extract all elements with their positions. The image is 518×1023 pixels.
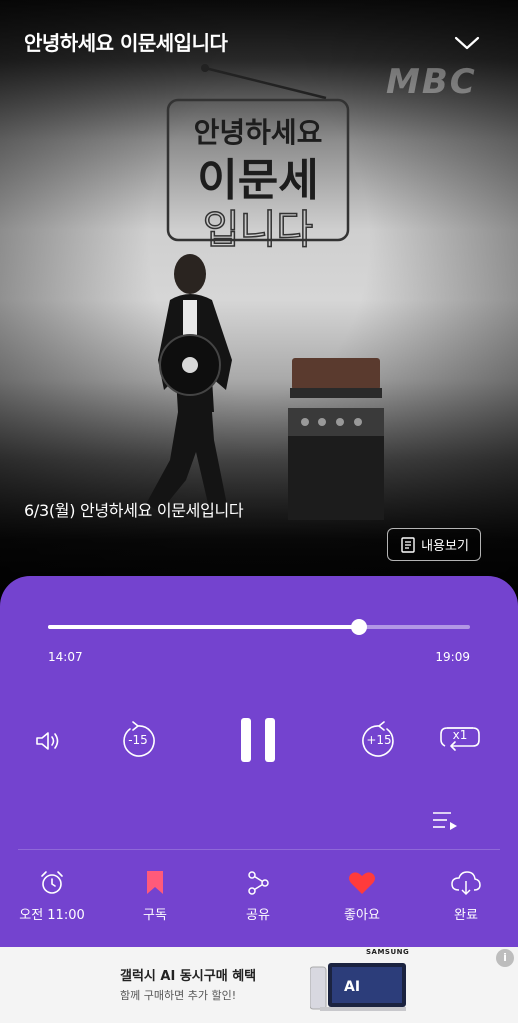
share-icon bbox=[248, 871, 269, 895]
speed-label: x1 bbox=[452, 728, 468, 742]
program-poster: 안녕하세요 이문세 입니다 bbox=[146, 64, 384, 520]
share-button[interactable]: 공유 bbox=[213, 870, 303, 923]
progress-fill bbox=[48, 625, 359, 629]
forward-label: +15 bbox=[366, 733, 392, 747]
download-button[interactable]: 완료 bbox=[421, 870, 511, 923]
rewind-label: -15 bbox=[128, 733, 148, 747]
page-title: 안녕하세요 이문세입니다 bbox=[24, 31, 228, 55]
poster-line3: 입니다 bbox=[203, 207, 313, 253]
like-button[interactable]: 좋아요 bbox=[317, 870, 407, 923]
details-label: 내용보기 bbox=[421, 539, 469, 554]
volume-button[interactable] bbox=[30, 726, 64, 756]
cloud-download-icon bbox=[451, 871, 481, 896]
ad-info-icon[interactable]: i bbox=[496, 949, 514, 967]
details-button[interactable]: 내용보기 bbox=[387, 528, 481, 561]
channel-logo: MBC bbox=[386, 62, 477, 102]
document-icon bbox=[401, 536, 415, 553]
ad-subtitle: 함께 구매하면 추가 할인! bbox=[120, 989, 237, 1002]
poster-antenna bbox=[204, 66, 327, 100]
playlist-icon bbox=[433, 812, 457, 830]
total-time: 19:09 bbox=[435, 650, 470, 664]
alarm-button[interactable]: 오전 11:00 bbox=[7, 870, 97, 923]
share-label: 공유 bbox=[246, 908, 270, 923]
heart-icon bbox=[349, 872, 375, 894]
chevron-down-icon bbox=[454, 36, 480, 50]
alarm-label: 오전 11:00 bbox=[19, 908, 85, 923]
poster-line2: 이문세 bbox=[197, 155, 318, 206]
episode-title: 6/3(월) 안녕하세요 이문세입니다 bbox=[24, 501, 244, 520]
alarm-clock-icon bbox=[41, 871, 63, 894]
ad-brand: SAMSUNG bbox=[366, 948, 410, 956]
poster-record-player bbox=[288, 358, 384, 520]
download-label: 완료 bbox=[454, 908, 478, 923]
poster-line1: 안녕하세요 bbox=[194, 116, 323, 149]
ad-banner[interactable]: SAMSUNG 갤럭시 AI 동시구매 혜택 함께 구매하면 추가 할인! AI… bbox=[0, 947, 518, 1023]
divider bbox=[18, 849, 500, 850]
pause-button[interactable] bbox=[238, 718, 278, 762]
pause-icon bbox=[241, 718, 275, 762]
ad-title: 갤럭시 AI 동시구매 혜택 bbox=[120, 969, 257, 984]
ad-product-text: AI bbox=[344, 979, 360, 995]
subscribe-label: 구독 bbox=[143, 908, 167, 923]
player-panel: 14:07 19:09 -15 +15 x1 오전 11:00 구독 공유 좋아… bbox=[0, 576, 518, 947]
subscribe-button[interactable]: 구독 bbox=[110, 870, 200, 923]
like-label: 좋아요 bbox=[344, 908, 380, 923]
ad-product-image: AI bbox=[310, 963, 406, 1011]
progress-thumb[interactable] bbox=[351, 619, 367, 635]
volume-icon bbox=[36, 732, 59, 750]
progress-bar[interactable] bbox=[48, 619, 470, 635]
playlist-button[interactable] bbox=[430, 808, 460, 834]
collapse-button[interactable] bbox=[452, 28, 482, 58]
elapsed-time: 14:07 bbox=[48, 650, 83, 664]
bookmark-icon bbox=[147, 871, 163, 894]
